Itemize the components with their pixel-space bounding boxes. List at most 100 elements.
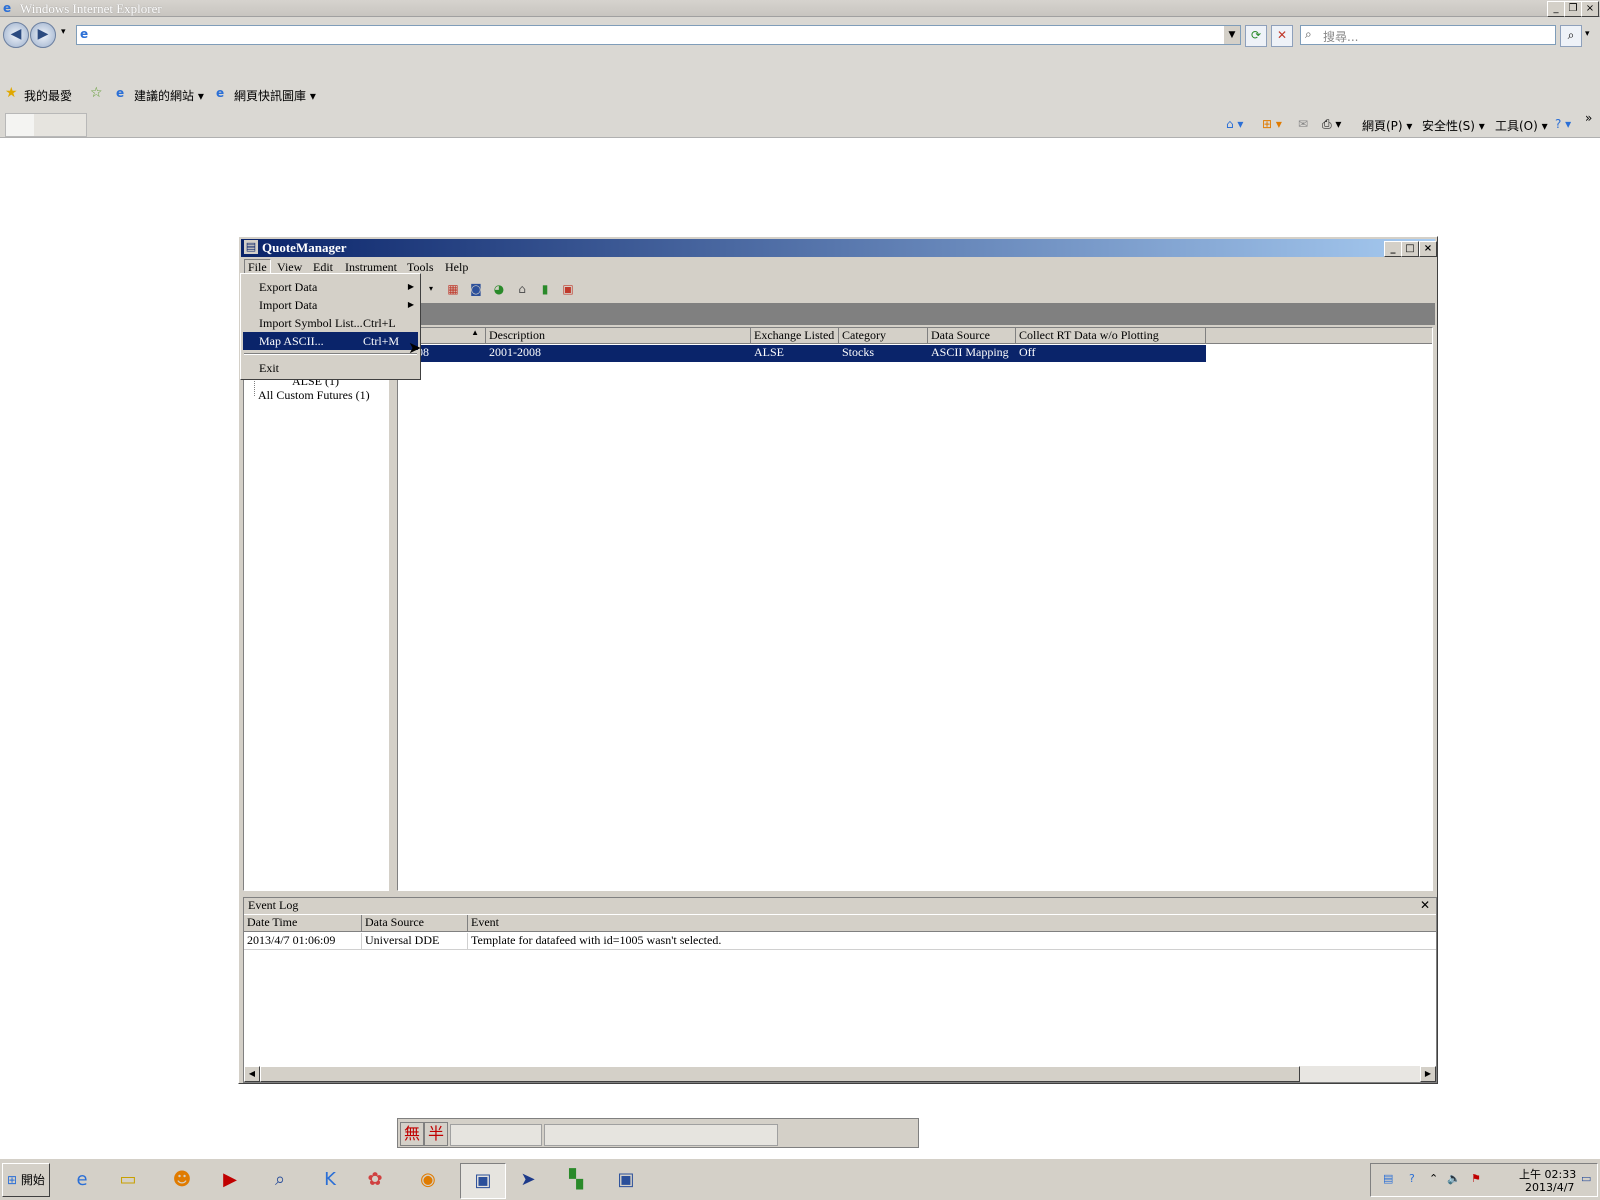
- page-menu[interactable]: 網頁(P) ▾: [1362, 117, 1412, 134]
- el-col-event[interactable]: Event: [468, 915, 1436, 932]
- show-desktop-icon[interactable]: ▭: [1581, 1172, 1591, 1185]
- row-datasource[interactable]: ASCII Mapping: [928, 345, 1016, 362]
- menu-export-data[interactable]: Export Data ▶: [243, 278, 418, 296]
- help-icon[interactable]: ? ▾: [1555, 117, 1571, 131]
- book-icon[interactable]: ▮: [537, 281, 553, 297]
- ime-halfwidth-button[interactable]: 半: [424, 1122, 448, 1146]
- favorites-bar: ★ 我的最愛 ☆ e 建議的網站 ▾ e 網頁快訊圖庫 ▾: [0, 79, 1600, 109]
- start-button[interactable]: ⊞ 開始: [2, 1163, 50, 1197]
- taskbar-color-app-icon[interactable]: ✿: [355, 1163, 395, 1197]
- back-icon[interactable]: ◀: [3, 22, 29, 48]
- search-go-icon[interactable]: ⌕: [1560, 25, 1582, 47]
- favorites-button[interactable]: 我的最愛: [24, 87, 72, 104]
- mail-icon[interactable]: ✉: [1298, 117, 1308, 131]
- taskbar-app-k-icon[interactable]: K: [310, 1163, 350, 1197]
- taskbar-search-tool-icon[interactable]: ⌕: [260, 1163, 300, 1197]
- print-icon[interactable]: ⎙ ▾: [1322, 117, 1341, 132]
- menu-import-symbol-list[interactable]: Import Symbol List... Ctrl+L: [243, 314, 418, 332]
- taskbar-navigator-icon[interactable]: ➤: [508, 1163, 548, 1197]
- col-datasource-header[interactable]: Data Source: [928, 328, 1016, 344]
- taskbar-media-player-icon[interactable]: ▶: [210, 1163, 250, 1197]
- col-description-header[interactable]: Description: [486, 328, 751, 344]
- qm-close-button[interactable]: ×: [1419, 241, 1437, 257]
- qm-minimize-button[interactable]: _: [1384, 241, 1402, 257]
- row-exchange[interactable]: ALSE: [751, 345, 839, 362]
- col-exchange-header[interactable]: Exchange Listed: [751, 328, 839, 344]
- web-slice-gallery-link[interactable]: 網頁快訊圖庫 ▾: [234, 87, 316, 104]
- tools-menu[interactable]: 工具(O) ▾: [1495, 117, 1548, 134]
- col-category-header[interactable]: Category: [839, 328, 928, 344]
- safety-menu[interactable]: 安全性(S) ▾: [1422, 117, 1485, 134]
- event-log-title: Event Log: [248, 898, 299, 912]
- search-options-icon[interactable]: ▾: [1585, 29, 1590, 39]
- forward-icon[interactable]: ▶: [30, 22, 56, 48]
- menu-exit[interactable]: Exit: [243, 359, 418, 377]
- scroll-left-icon[interactable]: ◀: [244, 1066, 260, 1082]
- windows-logo-icon: ⊞: [7, 1173, 18, 1187]
- calendar-date-icon[interactable]: ▣: [560, 281, 576, 297]
- tree-item-custom-futures[interactable]: All Custom Futures (1): [258, 388, 370, 403]
- el-col-datasource[interactable]: Data Source: [362, 915, 468, 932]
- tab-empty[interactable]: [5, 113, 35, 137]
- more-commands-icon[interactable]: »: [1585, 111, 1592, 125]
- taskbar-firefox-icon[interactable]: ◉: [408, 1163, 448, 1197]
- contact-card-icon[interactable]: ◙: [468, 281, 484, 297]
- suggested-sites-icon: e: [116, 86, 125, 100]
- tray-volume-icon[interactable]: 🔈: [1447, 1172, 1461, 1185]
- menu-import-data[interactable]: Import Data ▶: [243, 296, 418, 314]
- add-favorites-icon[interactable]: ☆: [90, 85, 103, 101]
- instrument-tree[interactable]: ALSE (1) All Custom Futures (1): [243, 327, 389, 891]
- scroll-right-icon[interactable]: ▶: [1420, 1066, 1436, 1082]
- scroll-thumb[interactable]: [260, 1066, 1300, 1082]
- address-dropdown-icon[interactable]: ▼: [1224, 26, 1240, 44]
- pie-chart-icon[interactable]: ◕: [491, 281, 507, 297]
- row-category[interactable]: Stocks: [839, 345, 928, 362]
- taskbar-window-task[interactable]: ▣: [606, 1163, 646, 1197]
- restore-button[interactable]: ❐: [1564, 1, 1582, 17]
- col-collect-rt-header[interactable]: Collect RT Data w/o Plotting: [1016, 328, 1206, 344]
- bank-icon[interactable]: ⌂: [514, 281, 530, 297]
- history-dropdown-icon[interactable]: ▾: [61, 27, 66, 37]
- taskbar-ie-icon[interactable]: e: [62, 1163, 102, 1197]
- tray-network-icon[interactable]: ⚑: [1471, 1172, 1481, 1185]
- event-log-close-icon[interactable]: ✕: [1420, 898, 1430, 912]
- qm-maximize-button[interactable]: □: [1401, 241, 1419, 257]
- tray-expand-icon[interactable]: ⌃: [1429, 1172, 1438, 1185]
- ie-title-bar: e Windows Internet Explorer _ ❐ ×: [0, 0, 1600, 17]
- quotemanager-app-icon: ▤: [244, 240, 258, 254]
- minimize-button[interactable]: _: [1547, 1, 1565, 17]
- calendar-icon[interactable]: ▦: [445, 281, 461, 297]
- taskbar-app-mascot-icon[interactable]: ☻: [162, 1163, 202, 1197]
- event-log-header: Event Log ✕: [244, 898, 1436, 914]
- refresh-icon[interactable]: ⟳: [1245, 25, 1267, 47]
- menu-help[interactable]: Help: [445, 260, 468, 275]
- tray-help-icon[interactable]: ?: [1409, 1172, 1415, 1185]
- search-input[interactable]: ⌕ 搜尋...: [1300, 25, 1556, 45]
- event-log-hscrollbar[interactable]: ◀ ▶: [244, 1066, 1436, 1082]
- symbol-grid[interactable]: bol▲ Description Exchange Listed Categor…: [397, 327, 1433, 891]
- taskbar: ⊞ 開始 e ▭ ☻ ▶ ⌕ K ✿ ◉ ▣ ➤ ▚ ▣ ▤ ? ⌃ 🔈 ⚑ 上…: [0, 1158, 1600, 1200]
- address-bar[interactable]: e ▼: [76, 25, 1241, 45]
- taskbar-quotemanager-task[interactable]: ▣: [460, 1163, 506, 1199]
- menu-separator: [244, 353, 417, 355]
- clock-time[interactable]: 上午 02:33: [1519, 1166, 1576, 1182]
- home-icon[interactable]: ⌂ ▾: [1226, 117, 1243, 131]
- quotemanager-title: QuoteManager: [262, 240, 347, 255]
- close-button[interactable]: ×: [1581, 1, 1599, 17]
- feeds-icon[interactable]: ⊞ ▾: [1262, 117, 1282, 131]
- taskbar-multicolor-app-icon[interactable]: ▚: [556, 1163, 596, 1197]
- stop-icon[interactable]: ✕: [1271, 25, 1293, 47]
- new-tab-button[interactable]: [34, 113, 87, 137]
- clock-date[interactable]: 2013/4/7: [1525, 1181, 1574, 1194]
- row-collect-rt[interactable]: Off: [1016, 345, 1206, 362]
- ime-mode-button[interactable]: 無: [400, 1122, 424, 1146]
- submenu-arrow-icon: ▶: [407, 300, 414, 309]
- toolbar-dropdown-icon[interactable]: ▾: [423, 281, 439, 297]
- el-col-datetime[interactable]: Date Time: [244, 915, 362, 932]
- taskbar-explorer-icon[interactable]: ▭: [108, 1163, 148, 1197]
- mouse-cursor-icon: ➤: [408, 338, 422, 357]
- suggested-sites-link[interactable]: 建議的網站 ▾: [134, 87, 204, 104]
- row-description[interactable]: 2001-2008: [486, 345, 751, 362]
- menu-map-ascii[interactable]: Map ASCII... Ctrl+M: [243, 332, 418, 350]
- tray-ime-icon[interactable]: ▤: [1383, 1172, 1393, 1185]
